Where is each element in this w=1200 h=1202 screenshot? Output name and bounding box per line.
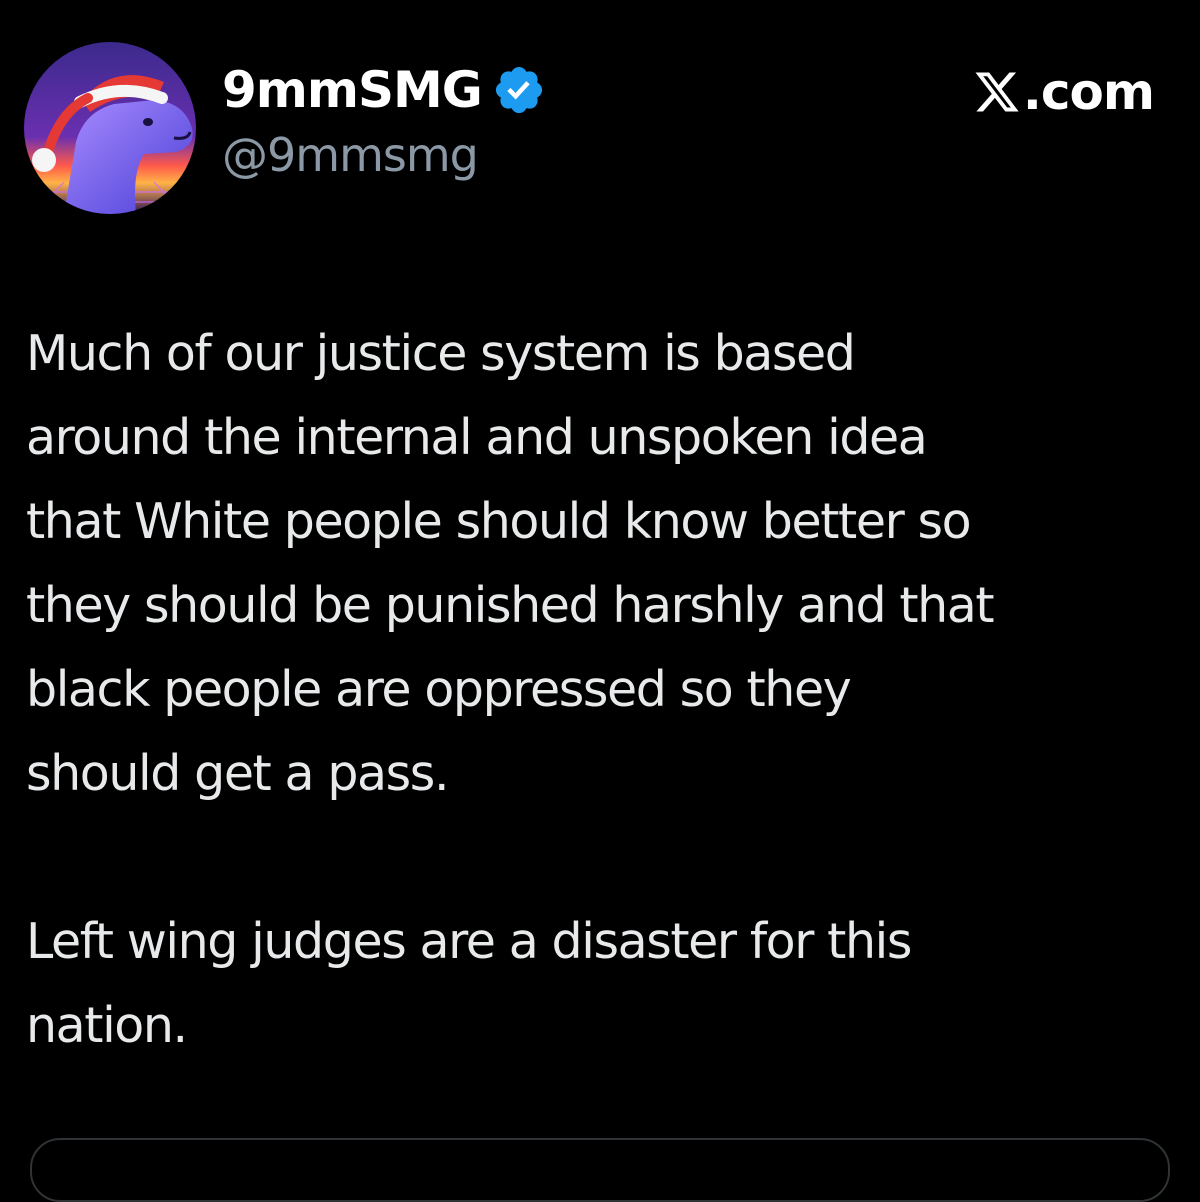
brand-text: .com <box>1022 63 1155 121</box>
post-line: around the internal and unspoken idea <box>26 409 928 466</box>
author-display-name[interactable]: 9mmSMG <box>222 65 483 115</box>
author-handle[interactable]: @9mmsmg <box>222 132 479 178</box>
post-line: that White people should know better so <box>26 493 972 550</box>
post-line: they should be punished harshly and that <box>26 577 995 634</box>
link-card-edge[interactable] <box>30 1138 1170 1202</box>
author-name-row[interactable]: 9mmSMG <box>222 58 546 122</box>
post-line: should get a pass. <box>26 745 450 802</box>
post-text: Much of our justice system is based arou… <box>26 312 1176 1068</box>
x-logo-icon <box>975 72 1019 112</box>
post-line: Left wing judges are a disaster for this <box>26 913 912 970</box>
post-line: Much of our justice system is based <box>26 325 856 382</box>
x-brand-watermark: .com <box>973 62 1155 122</box>
verified-badge-icon <box>495 66 542 114</box>
santa-dog-avatar-icon[interactable] <box>24 42 196 214</box>
post-line: black people are oppressed so they <box>26 661 852 718</box>
post-line: nation. <box>26 997 188 1054</box>
